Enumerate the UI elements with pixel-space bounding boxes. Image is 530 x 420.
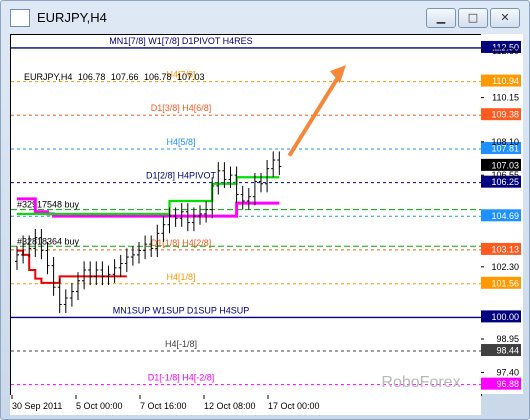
red-trail-line — [17, 249, 127, 284]
chart-header: EURJPY,H4 106.78 107.66 106.78 107.03 — [24, 72, 208, 82]
y-tick-label: 108.10 — [491, 137, 519, 147]
x-tick-label: 5 Oct 00:00 — [76, 401, 123, 411]
level-label: MN1[7/8] W1[7/8] D1PIVOT H4RES — [109, 36, 252, 46]
price-tag-value: 96.88 — [496, 379, 519, 389]
level-label: MN1SUP W1SUP D1SUP H4SUP — [113, 305, 250, 315]
title-bar[interactable]: EURJPY,H4 ▁ □ ✕ — [1, 1, 529, 35]
time-axis-svg: 30 Sep 2011 5 Oct 00:00 7 Oct 16:00 12 Oct … — [11, 395, 320, 411]
order-label: #32818364 buy — [17, 236, 80, 246]
ohlc-close: 107.03 — [177, 72, 205, 82]
forecast-arrow-head — [330, 65, 346, 84]
price-tag-value: 98.44 — [496, 346, 519, 356]
level-label: H4[5/8] — [166, 137, 195, 147]
level-label: D1[-1/8] H4[-2/8] — [148, 373, 215, 383]
time-axis[interactable]: 30 Sep 2011 5 Oct 00:00 7 Oct 16:00 12 Oct … — [10, 395, 481, 415]
x-tick-label: 7 Oct 16:00 — [140, 401, 187, 411]
y-tick-label: 102.30 — [491, 262, 519, 272]
ohlc-open: 106.78 — [77, 72, 106, 82]
y-tick-label: 110.15 — [492, 93, 519, 103]
level-label: D1[2/8] H4PIVOT — [146, 171, 217, 181]
broker-watermark: RoboForex — [381, 374, 460, 391]
current-price-value: 107.03 — [491, 160, 519, 170]
price-tag-value: 104.69 — [491, 211, 519, 221]
price-tag-value: 109.38 — [491, 110, 519, 120]
level-label: D1[3/8] H4[6/8] — [151, 103, 212, 113]
price-tag-value: 100.00 — [491, 312, 519, 322]
price-axis[interactable]: 112.50 110.94 109.38 107.81 106.25 104.69 103.… — [481, 34, 523, 394]
x-tick-label: 12 Oct 08:00 — [204, 401, 256, 411]
price-axis-svg: 112.50110.94109.38107.81106.25104.69103.… — [481, 40, 521, 390]
ohlc-low: 106.78 — [143, 72, 172, 82]
x-tick-label: 17 Oct 00:00 — [268, 401, 320, 411]
chart-app-icon — [10, 9, 30, 27]
maximize-button[interactable]: □ — [458, 8, 488, 28]
y-tick-label: 97.40 — [496, 367, 519, 377]
x-tick-label: 30 Sep 2011 — [12, 401, 62, 411]
close-button[interactable]: ✕ — [490, 8, 520, 28]
level-label: H4[1/8] — [166, 272, 195, 282]
level-label: H4[-1/8] — [165, 339, 197, 349]
price-tag-value: 103.13 — [491, 244, 519, 254]
chart-symbol: EURJPY,H4 — [24, 72, 73, 82]
price-tag-value: 101.56 — [491, 278, 519, 288]
y-tick-label: 112.30 — [492, 46, 519, 56]
forecast-arrow-shaft — [287, 73, 342, 157]
price-tag-value: 110.94 — [492, 76, 519, 86]
window-title: EURJPY,H4 — [37, 10, 107, 25]
order-label: #32917548 buy — [17, 200, 80, 210]
minimize-button[interactable]: ▁ — [426, 8, 456, 28]
y-tick-label: 106.55 — [491, 170, 519, 180]
y-tick-label: 98.95 — [496, 334, 519, 344]
price-chart-svg: MN1[7/8] W1[7/8] D1PIVOT H4RESH4[7/8]D1[… — [11, 36, 481, 391]
price-chart-plot[interactable]: MN1[7/8] W1[7/8] D1PIVOT H4RES H4[7/8] D1[… — [10, 34, 482, 396]
ohlc-high: 107.66 — [110, 72, 139, 82]
